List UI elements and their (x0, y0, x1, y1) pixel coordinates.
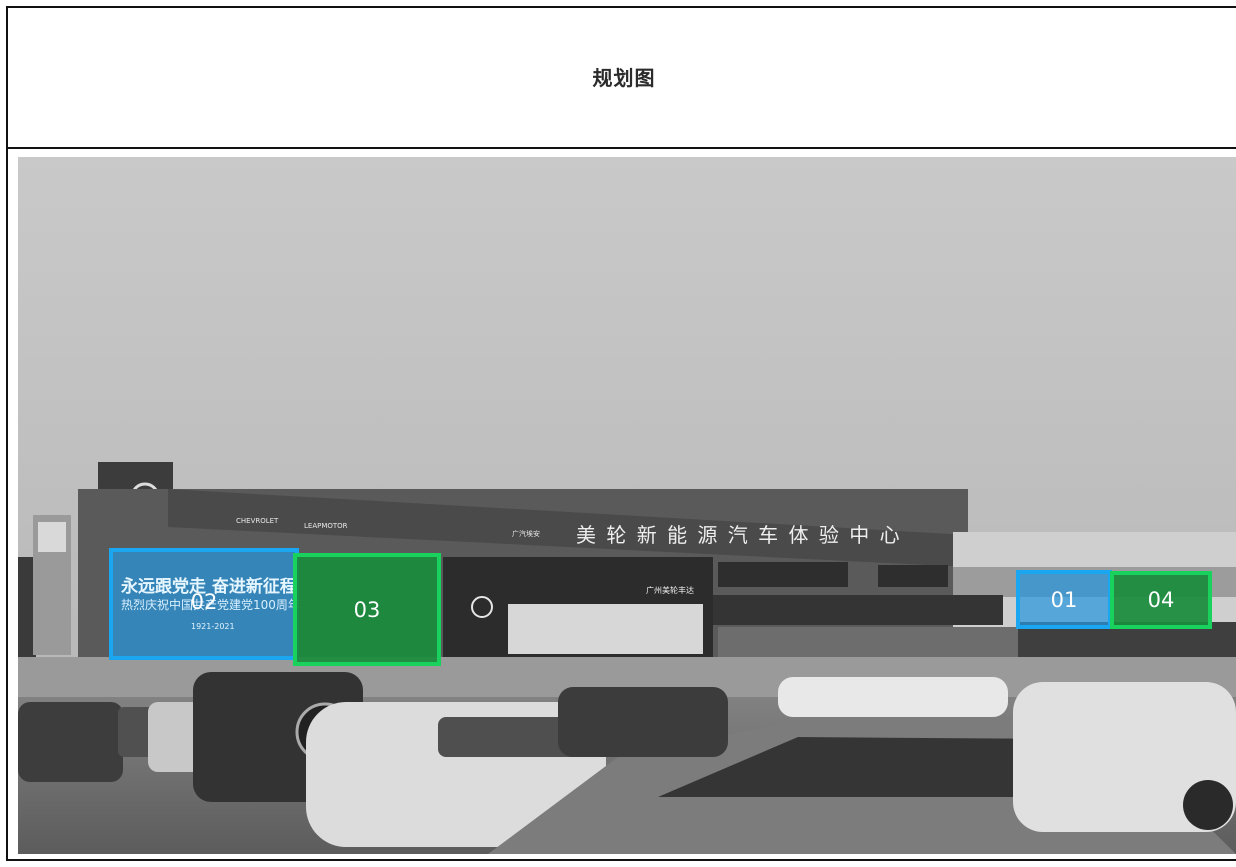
windows-right (878, 565, 948, 587)
car-mid-white (778, 677, 1008, 717)
photo-scene (18, 157, 1236, 854)
ad-zone-label: 04 (1147, 588, 1175, 612)
banner-years: 1921-2021 (191, 622, 235, 631)
pylon-logo (38, 522, 66, 552)
ad-zone-02[interactable]: 永远跟党走 奋进新征程 热烈庆祝中国共产党建党100周年 1921-2021 0… (109, 548, 300, 660)
windows-mid (718, 562, 848, 587)
store-display (508, 604, 703, 654)
page-title: 规划图 (592, 66, 656, 90)
brand-logo-gac-aion: 广汽埃安 (512, 530, 540, 538)
site-photo: CHEVROLET LEAPMOTOR 广汽埃安 美 轮 新 能 源 汽 车 体… (18, 157, 1236, 854)
brand-logo-chevrolet: CHEVROLET (236, 517, 279, 525)
ad-zone-label: 02 (190, 590, 218, 614)
ad-zone-label: 01 (1050, 587, 1078, 612)
brand-logo-leapmotor: LEAPMOTOR (304, 522, 348, 530)
building-sign: 美 轮 新 能 源 汽 车 体 验 中 心 (576, 523, 902, 547)
awning (713, 595, 1003, 625)
ad-zone-04[interactable]: 04 (1110, 571, 1212, 629)
ad-zone-03[interactable]: 03 (293, 553, 441, 666)
store-sign: 广州美轮丰达 (646, 586, 694, 595)
header-row: 规划图 (6, 6, 1236, 149)
ad-zone-01[interactable]: 01 (1016, 570, 1112, 629)
ad-zone-label: 03 (353, 597, 381, 622)
car-right-wheel (1183, 780, 1233, 830)
car-left (18, 702, 123, 782)
car-mid-dark (558, 687, 728, 757)
